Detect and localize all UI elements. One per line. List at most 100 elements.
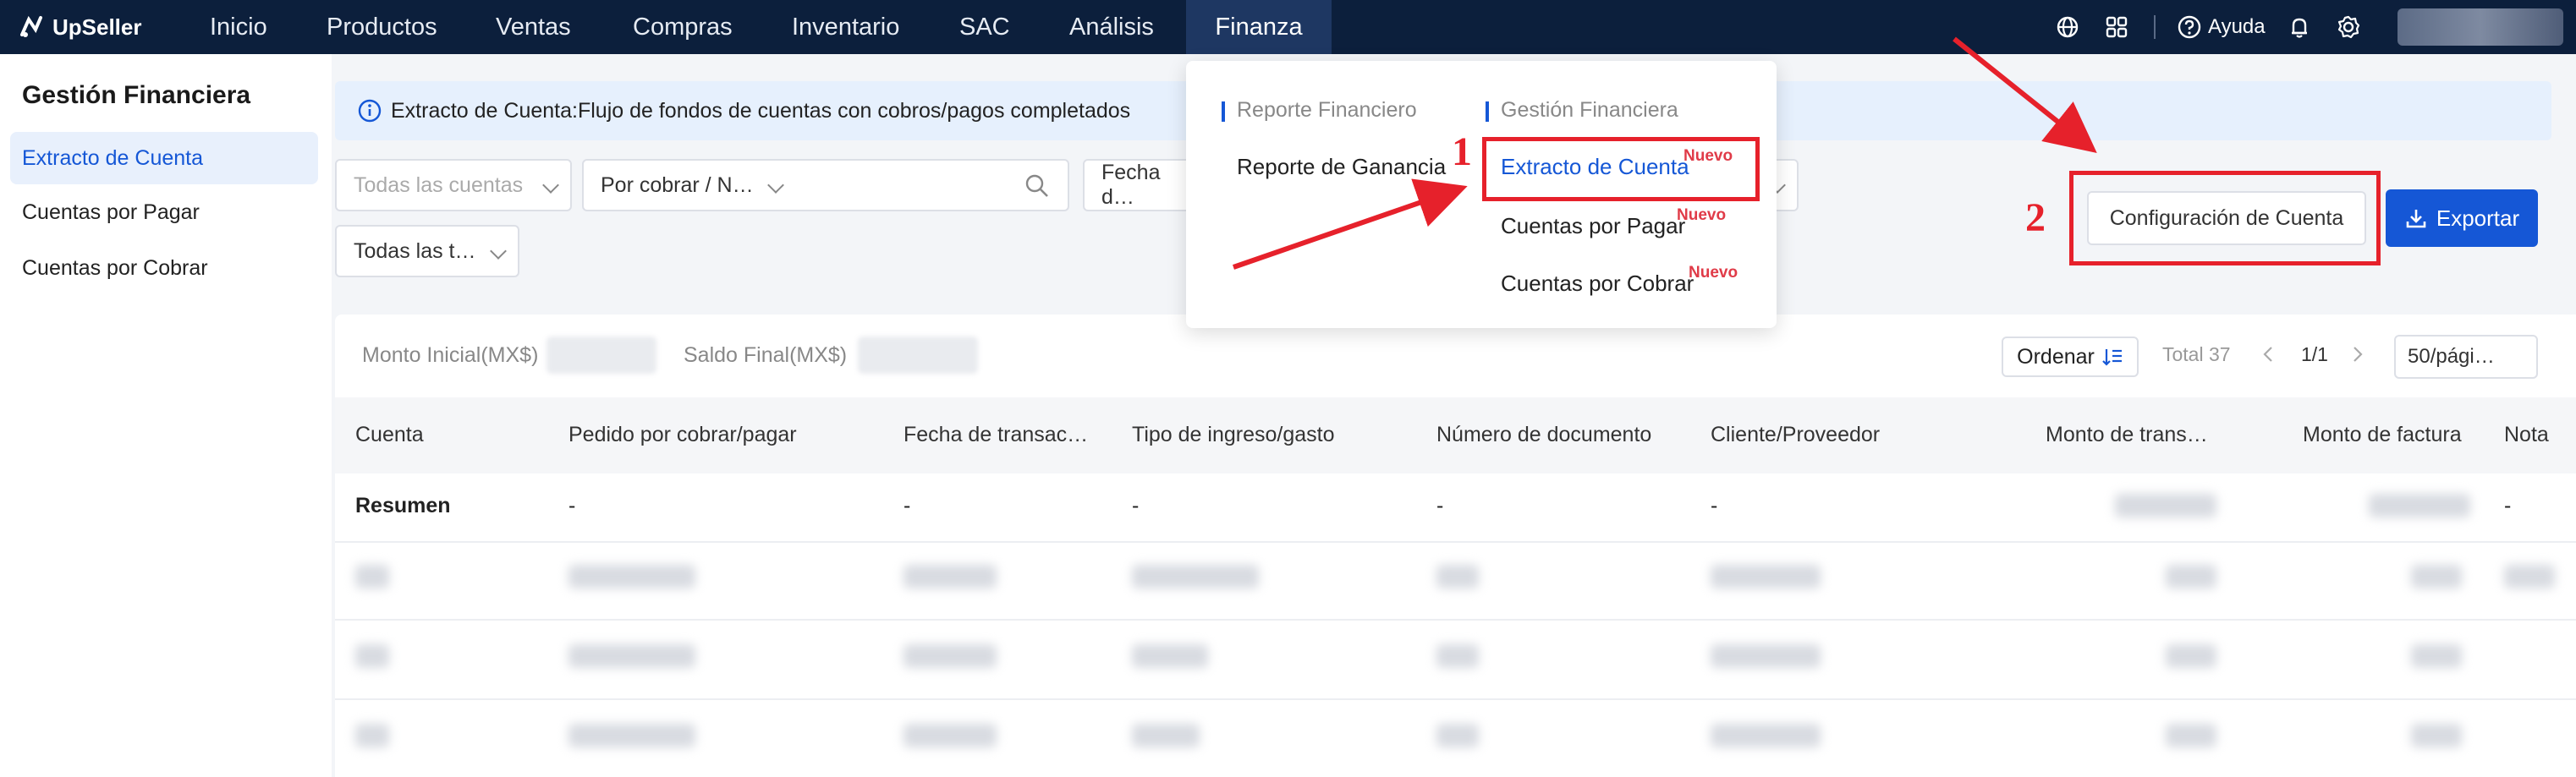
summary-dash: - [1711, 494, 1718, 517]
column-header-cliente-proveedor[interactable]: Cliente/Proveedor [1711, 423, 1880, 447]
nav-compras[interactable]: Compras [626, 0, 739, 54]
account-avatar-blurred[interactable] [2397, 8, 2563, 46]
initial-amount-label: Monto Inicial(MX$) [362, 343, 539, 367]
column-header-monto-factura[interactable]: Monto de factura [2303, 423, 2462, 447]
nav-inicio[interactable]: Inicio [203, 0, 274, 54]
sidebar-item-extracto-de-cuenta[interactable]: Extracto de Cuenta [10, 132, 318, 184]
column-header-fecha[interactable]: Fecha de transac… [904, 423, 1088, 447]
table-cell-blurred [1436, 565, 1479, 588]
table-cell-blurred [904, 644, 997, 668]
chevron-down-icon [767, 177, 784, 194]
total-count: Total 37 [2162, 343, 2231, 365]
search-icon[interactable] [1024, 172, 1051, 200]
brand-name: UpSeller [52, 14, 142, 40]
summary-dash: - [568, 494, 576, 517]
column-header-pedido[interactable]: Pedido por cobrar/pagar [568, 423, 797, 447]
table-cell-blurred [904, 565, 997, 588]
search-input[interactable] [795, 159, 1069, 211]
sidebar-item-cuentas-por-cobrar[interactable]: Cuentas por Cobrar [10, 242, 318, 294]
step-number-1: 1 [1452, 129, 1472, 174]
table-cell-blurred [355, 724, 389, 747]
chevron-down-icon [490, 243, 507, 260]
dropdown-section-gestion-financiera: Gestión Financiera [1486, 98, 1678, 123]
menu-item-cuentas-por-pagar[interactable]: Cuentas por Pagar [1501, 213, 1685, 239]
final-balance-label: Saldo Final(MX$) [684, 343, 848, 367]
export-label: Exportar [2436, 205, 2520, 231]
table-cell-blurred [355, 644, 389, 668]
summary-row-label: Resumen [355, 494, 451, 517]
chevron-left-icon[interactable] [2260, 345, 2277, 364]
summary-dash: - [2504, 494, 2512, 517]
column-header-numero-documento[interactable]: Número de documento [1436, 423, 1651, 447]
table-cell-blurred [1132, 565, 1259, 588]
table-cell-blurred [1711, 724, 1821, 747]
initial-amount-value-blurred [547, 337, 656, 374]
upseller-logo[interactable]: UpSeller [17, 10, 142, 44]
new-badge: Nuevo [1689, 264, 1738, 282]
table-cell-blurred [2166, 644, 2216, 668]
export-button[interactable]: Exportar [2386, 189, 2538, 247]
accounts-select-value: Todas las cuentas [354, 172, 524, 197]
nav-sac[interactable]: SAC [953, 0, 1017, 54]
table-cell-blurred [2166, 565, 2216, 588]
highlight-box-step-1 [1482, 137, 1760, 201]
apps-grid-icon[interactable] [2103, 14, 2130, 41]
accounts-select[interactable]: Todas las cuentas [335, 159, 572, 211]
nav-analisis[interactable]: Análisis [1063, 0, 1161, 54]
page-size-value: 50/pági… [2408, 345, 2495, 368]
table-cell-blurred [2166, 724, 2216, 747]
statement-table-card [335, 315, 2576, 777]
summary-dash: - [904, 494, 911, 517]
table-cell-blurred [568, 644, 695, 668]
summary-dash: - [1132, 494, 1140, 517]
chevron-right-icon[interactable] [2348, 345, 2365, 364]
status-select-value: Por cobrar / N… [601, 172, 754, 197]
upseller-logo-icon [20, 15, 42, 37]
final-balance-value-blurred [858, 337, 978, 374]
table-cell-blurred [2411, 565, 2462, 588]
table-cell-blurred [1436, 644, 1479, 668]
status-select[interactable]: Por cobrar / N… [582, 159, 797, 211]
sort-icon [2102, 349, 2122, 366]
gear-icon[interactable] [2335, 14, 2362, 41]
nav-productos[interactable]: Productos [320, 0, 444, 54]
row-divider [335, 698, 2576, 700]
menu-item-cuentas-por-cobrar[interactable]: Cuentas por Cobrar [1501, 271, 1694, 297]
page-size-select[interactable]: 50/pági… [2394, 335, 2538, 379]
sidebar-title: Gestión Financiera [22, 81, 251, 109]
nav-finanza[interactable]: Finanza [1186, 0, 1332, 54]
column-header-tipo[interactable]: Tipo de ingreso/gasto [1132, 423, 1335, 447]
new-badge: Nuevo [1677, 206, 1727, 224]
column-header-nota[interactable]: Nota [2504, 423, 2549, 447]
row-divider [335, 619, 2576, 621]
bell-icon[interactable] [2286, 14, 2313, 41]
chevron-down-icon [542, 177, 559, 194]
nav-inventario[interactable]: Inventario [785, 0, 906, 54]
banner-text: Extracto de Cuenta:Flujo de fondos de cu… [391, 98, 1131, 123]
nav-ventas[interactable]: Ventas [489, 0, 578, 54]
nav-divider [2154, 15, 2156, 39]
help-label: Ayuda [2208, 15, 2266, 38]
current-page: 1/1 [2301, 343, 2328, 365]
column-header-cuenta[interactable]: Cuenta [355, 423, 424, 447]
date-select-value: Fecha d… [1101, 161, 1161, 209]
info-icon [358, 99, 382, 123]
help-button[interactable]: Ayuda [2176, 12, 2266, 42]
top-navigation-bar: UpSeller Inicio Productos Ventas Compras… [0, 0, 2576, 54]
menu-item-reporte-de-ganancia[interactable]: Reporte de Ganancia [1237, 154, 1446, 180]
row-divider [335, 541, 2576, 543]
column-header-monto-transaccion[interactable]: Monto de trans… [2046, 423, 2208, 447]
step-number-2: 2 [2025, 195, 2046, 240]
table-cell-blurred [355, 565, 389, 588]
types-select-value: Todas las t… [354, 238, 476, 263]
table-cell-blurred [568, 724, 695, 747]
table-cell-blurred [2411, 724, 2462, 747]
sort-button[interactable]: Ordenar [2002, 337, 2139, 377]
globe-icon[interactable] [2054, 14, 2081, 41]
types-select[interactable]: Todas las t… [335, 225, 519, 277]
sidebar-item-cuentas-por-pagar[interactable]: Cuentas por Pagar [10, 186, 318, 238]
table-cell-blurred [1132, 724, 1200, 747]
sort-label: Ordenar [2017, 344, 2095, 369]
summary-dash: - [1436, 494, 1444, 517]
table-cell-blurred [568, 565, 695, 588]
